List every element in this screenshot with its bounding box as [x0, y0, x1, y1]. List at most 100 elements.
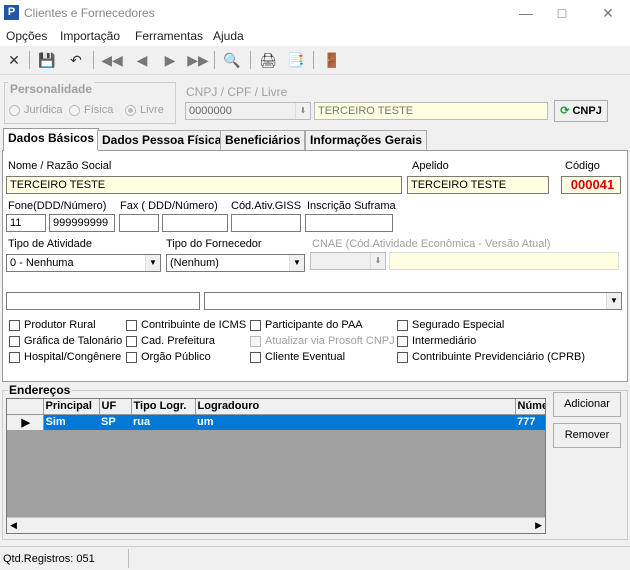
remover-button[interactable]: Remover — [553, 423, 621, 448]
apelido-input[interactable]: TERCEIRO TESTE — [407, 176, 549, 194]
minimize-icon[interactable]: — — [512, 3, 540, 23]
tipo-fornecedor-label: Tipo do Fornecedor — [166, 238, 262, 250]
col-logradouro[interactable]: Logradouro — [195, 399, 516, 415]
grid-header-row: Principal UF Tipo Logr. Logradouro Núme — [7, 399, 545, 415]
fax-numero-input[interactable] — [162, 214, 228, 232]
chk-orgao-publico-label: Orgão Público — [141, 351, 211, 363]
chevron-down-icon[interactable]: ▼ — [289, 255, 304, 271]
chk-atualizar-prosoft[interactable] — [250, 336, 261, 347]
chk-segurado-especial-label: Segurado Especial — [412, 319, 505, 331]
tab-beneficiarios[interactable]: Beneficiários — [220, 130, 306, 150]
radio-livre[interactable] — [125, 105, 136, 116]
cell-principal: Sim — [43, 414, 99, 430]
print-icon[interactable]: 🖨 — [256, 49, 280, 71]
nome-input[interactable]: TERCEIRO TESTE — [6, 176, 402, 194]
codigo-label: Código — [565, 160, 600, 172]
row-indicator-icon: ▶ — [7, 414, 44, 430]
chk-hospital[interactable] — [9, 352, 20, 363]
chk-cad-prefeitura[interactable] — [126, 336, 137, 347]
radio-juridica[interactable] — [9, 105, 20, 116]
toolbar-separator — [214, 51, 215, 69]
menu-ajuda[interactable]: Ajuda — [213, 29, 244, 43]
cnae-label: CNAE (Cód.Atividade Econômica - Versão A… — [312, 238, 551, 250]
chevron-down-icon[interactable]: ▼ — [606, 293, 621, 309]
chk-cprb-label: Contribuinte Previdenciário (CPRB) — [412, 351, 586, 363]
chk-participante-paa[interactable] — [250, 320, 261, 331]
chk-cprb[interactable] — [397, 352, 408, 363]
fone-label: Fone(DDD/Número) — [8, 200, 107, 212]
chk-produtor-rural[interactable] — [9, 320, 20, 331]
radio-fisica[interactable] — [69, 105, 80, 116]
chk-participante-paa-label: Participante do PAA — [265, 319, 363, 331]
tipo-atividade-label: Tipo de Atividade — [8, 238, 92, 250]
col-principal[interactable]: Principal — [43, 399, 100, 415]
scroll-left-icon[interactable]: ◀ — [10, 520, 17, 531]
report-icon[interactable]: 📑 — [284, 49, 308, 71]
menu-ferramentas[interactable]: Ferramentas — [135, 29, 203, 43]
table-row[interactable]: ▶ Sim SP rua um 777 — [7, 414, 545, 430]
cell-logradouro: um — [195, 414, 515, 430]
col-numero[interactable]: Núme — [515, 399, 545, 415]
cnpj-label: CNPJ / CPF / Livre — [186, 85, 288, 99]
chevron-down-icon[interactable]: ▼ — [145, 255, 160, 271]
tab-dados-pessoa-fisica[interactable]: Dados Pessoa Física — [97, 130, 227, 150]
undo-icon[interactable]: ↶ — [64, 49, 88, 71]
chk-intermediario[interactable] — [397, 336, 408, 347]
fax-label: Fax ( DDD/Número) — [120, 200, 218, 212]
toolbar-separator — [313, 51, 314, 69]
nome-label: Nome / Razão Social — [8, 160, 112, 172]
suframa-label: Inscrição Suframa — [307, 200, 396, 212]
extra-select[interactable]: ▼ — [204, 292, 622, 310]
tipo-atividade-select[interactable]: 0 - Nenhuma ▼ — [6, 254, 161, 272]
chk-cliente-eventual[interactable] — [250, 352, 261, 363]
refresh-icon: ⟳ — [560, 105, 570, 117]
chk-segurado-especial[interactable] — [397, 320, 408, 331]
binoculars-search-icon[interactable]: 🔍 — [220, 49, 244, 71]
chk-hospital-label: Hospital/Congênere — [24, 351, 122, 363]
cell-numero: 777 — [515, 414, 545, 430]
adicionar-button[interactable]: Adicionar — [553, 392, 621, 417]
codigo-field: 000041 — [561, 176, 621, 194]
close-window-icon[interactable]: ✕ — [594, 3, 622, 23]
chk-contribuinte-icms[interactable] — [126, 320, 137, 331]
horizontal-scrollbar[interactable]: ◀ ▶ — [7, 517, 545, 533]
exit-door-icon[interactable]: 🚪 — [320, 49, 344, 71]
last-record-icon[interactable]: ▶▶ — [186, 49, 210, 71]
cnpj-lookup-icon[interactable]: ⬇ — [295, 103, 310, 119]
title-bar: P Clientes e Fornecedores — □ ✕ — [0, 0, 630, 26]
next-record-icon[interactable]: ▶ — [158, 49, 182, 71]
radio-fisica-label: Física — [84, 104, 114, 116]
col-tipo-logr[interactable]: Tipo Logr. — [131, 399, 196, 415]
chk-intermediario-label: Intermediário — [412, 335, 477, 347]
toolbar-separator — [93, 51, 94, 69]
enderecos-title: Endereços — [8, 383, 72, 397]
chk-orgao-publico[interactable] — [126, 352, 137, 363]
tab-informacoes-gerais[interactable]: Informações Gerais — [305, 130, 428, 150]
cod-giss-label: Cód.Ativ.GISS — [231, 200, 302, 212]
status-divider — [128, 549, 129, 568]
previous-record-icon[interactable]: ◀ — [130, 49, 154, 71]
cnpj-button[interactable]: ⟳ CNPJ — [554, 100, 608, 122]
save-icon[interactable]: 💾 — [35, 49, 59, 71]
cnpj-button-label: CNPJ — [572, 105, 602, 117]
fax-ddd-input[interactable] — [119, 214, 159, 232]
cnpj-input[interactable]: 0000000 — [185, 102, 311, 120]
cnae-lookup-icon[interactable]: ⬇ — [370, 253, 385, 269]
tab-dados-basicos[interactable]: Dados Básicos — [3, 128, 100, 151]
tipo-fornecedor-select[interactable]: (Nenhum) ▼ — [166, 254, 305, 272]
suframa-input[interactable] — [305, 214, 393, 232]
cod-giss-input[interactable] — [231, 214, 301, 232]
maximize-icon[interactable]: □ — [548, 3, 576, 23]
menu-opcoes[interactable]: Opções — [6, 29, 47, 43]
enderecos-grid[interactable]: Principal UF Tipo Logr. Logradouro Núme … — [6, 398, 546, 534]
fone-ddd-input[interactable]: 11 — [6, 214, 46, 232]
cancel-x-icon[interactable]: ✕ — [2, 49, 26, 71]
scroll-right-icon[interactable]: ▶ — [535, 520, 542, 531]
chk-grafica-talonario[interactable] — [9, 336, 20, 347]
fone-numero-input[interactable]: 999999999 — [49, 214, 115, 232]
menu-importacao[interactable]: Importação — [60, 29, 120, 43]
col-uf[interactable]: UF — [99, 399, 132, 415]
extra-input-1[interactable] — [6, 292, 200, 310]
first-record-icon[interactable]: ◀◀ — [100, 49, 124, 71]
cnpj-name-field: TERCEIRO TESTE — [314, 102, 548, 120]
